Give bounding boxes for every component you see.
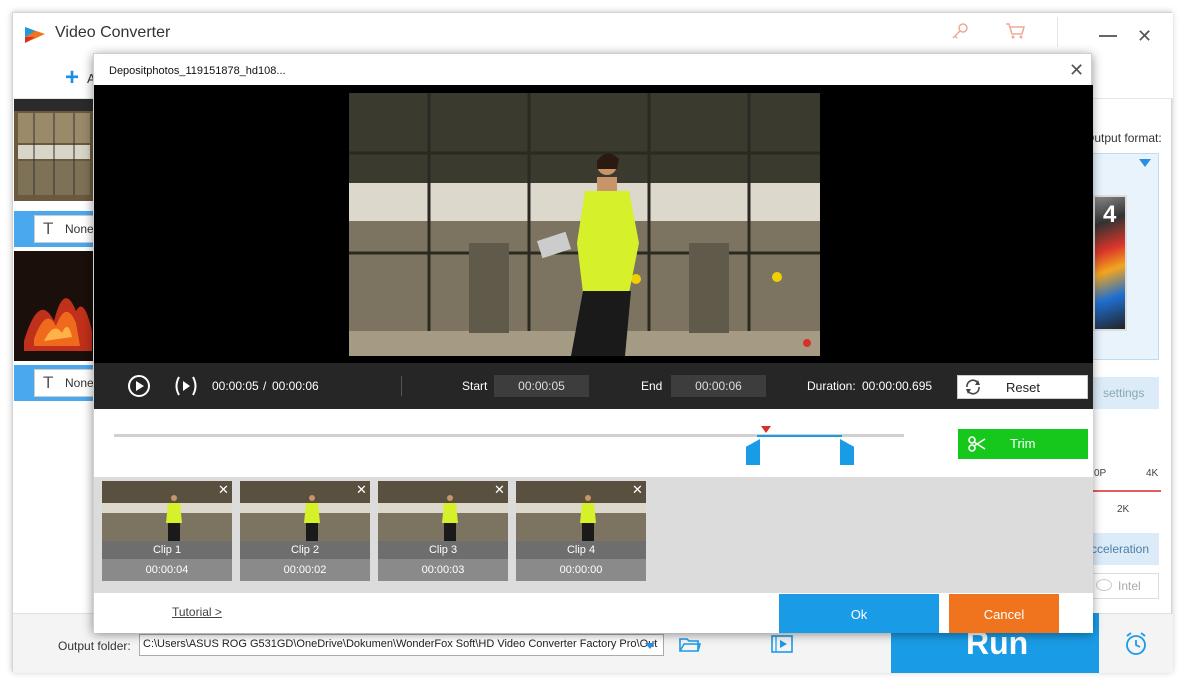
video-preview [94, 85, 1093, 363]
clip-thumbnail [240, 481, 370, 541]
chevron-down-icon[interactable] [645, 643, 655, 649]
open-folder-icon[interactable] [679, 637, 701, 653]
duration-label: Duration: [807, 379, 856, 393]
intel-logo-icon [1096, 579, 1112, 591]
clip-name: Clip 1 [102, 541, 232, 559]
quality-label-2k: 2K [1117, 504, 1130, 515]
quality-label-4k: 4K [1146, 468, 1159, 479]
file-row-2-subtitle: T None [14, 365, 96, 401]
trim-label: Trim [1010, 436, 1036, 451]
app-title: Video Converter [55, 24, 171, 41]
dialog-footer [94, 593, 1093, 633]
current-time: 00:00:05 [212, 379, 259, 393]
clip-name: Clip 3 [378, 541, 508, 559]
start-label: Start [462, 379, 488, 393]
remove-clip-icon[interactable]: ✕ [494, 482, 505, 498]
titlebar-divider [1057, 17, 1058, 47]
quality-label-low: 0P [1094, 468, 1107, 479]
clip-duration: 00:00:04 [102, 559, 232, 581]
minimize-icon[interactable] [1099, 35, 1117, 37]
app-close-icon[interactable]: ✕ [1137, 26, 1152, 47]
file-row-1-subtitle: T None [14, 211, 96, 247]
output-folder-field[interactable]: C:\Users\ASUS ROG G531GD\OneDrive\Dokume… [139, 634, 664, 656]
clip-item[interactable]: ✕ Clip 1 00:00:04 [102, 481, 232, 581]
subtitle-value-2: None [65, 376, 94, 390]
clip-duration: 00:00:02 [240, 559, 370, 581]
dialog-title: Depositphotos_119151878_hd108... [109, 65, 286, 77]
file-thumbnail-2[interactable] [14, 251, 94, 361]
video-frame-image [349, 93, 820, 356]
player-controls: 00:00:05 / 00:00:06 Start 00:00:05 End 0… [94, 363, 1093, 409]
settings-button[interactable]: settings [1089, 377, 1159, 409]
clip-thumbnail [102, 481, 232, 541]
subtitle-select-1[interactable]: T None [34, 215, 94, 243]
text-icon: T [43, 219, 54, 238]
trim-dialog: Depositphotos_119151878_hd108... ✕ 00:00… [93, 53, 1093, 633]
play-icon[interactable] [127, 374, 151, 398]
output-format-label: Output format: [1085, 131, 1162, 145]
start-time-input[interactable]: 00:00:05 [494, 375, 589, 397]
quality-slider[interactable] [1089, 490, 1161, 492]
intel-label: Intel [1118, 579, 1141, 593]
clip-thumbnail [378, 481, 508, 541]
trim-button[interactable]: Trim [958, 429, 1088, 459]
hardware-acceleration-button[interactable]: cceleration [1089, 533, 1159, 565]
scissors-icon [968, 436, 986, 452]
clip-item[interactable]: ✕ Clip 3 00:00:03 [378, 481, 508, 581]
text-icon: T [43, 373, 54, 392]
end-time-input[interactable]: 00:00:06 [671, 375, 766, 397]
tutorial-link[interactable]: Tutorial > [172, 605, 222, 619]
remove-clip-icon[interactable]: ✕ [356, 482, 367, 498]
subtitle-select-2[interactable]: T None [34, 369, 94, 397]
output-folder-label: Output folder: [58, 639, 131, 653]
reset-button[interactable]: Reset [957, 375, 1088, 399]
cart-icon[interactable] [1005, 22, 1025, 40]
alarm-clock-icon[interactable] [1123, 631, 1149, 657]
film-folder-icon[interactable] [771, 635, 793, 653]
selected-range [757, 435, 842, 437]
refresh-icon [966, 379, 980, 395]
time-separator: / [263, 379, 267, 393]
building-thumbnail-image [14, 99, 94, 201]
file-thumbnail-1[interactable] [14, 99, 94, 201]
subtitle-value-1: None [65, 222, 94, 236]
reset-label: Reset [1006, 380, 1040, 395]
ok-button[interactable]: Ok [779, 594, 939, 633]
clip-item[interactable]: ✕ Clip 2 00:00:02 [240, 481, 370, 581]
add-files-icon[interactable]: + [65, 64, 79, 92]
format-tile-image[interactable]: 4 [1093, 195, 1127, 331]
duration-value: 00:00:00.695 [862, 379, 933, 393]
clip-name: Clip 4 [516, 541, 646, 559]
clip-thumbnail [516, 481, 646, 541]
key-icon[interactable] [951, 22, 969, 40]
remove-clip-icon[interactable]: ✕ [218, 482, 229, 498]
end-label: End [641, 379, 663, 393]
chevron-down-icon[interactable] [1139, 159, 1151, 167]
cancel-button[interactable]: Cancel [949, 594, 1059, 633]
total-time: 00:00:06 [272, 379, 319, 393]
next-frame-icon[interactable] [173, 374, 199, 398]
playhead-marker[interactable] [761, 426, 771, 433]
app-logo-icon [25, 27, 45, 43]
clip-duration: 00:00:03 [378, 559, 508, 581]
controls-divider [401, 376, 402, 396]
fire-thumbnail-image [14, 251, 94, 361]
app-titlebar: Video Converter ✕ [13, 13, 1173, 57]
timeline-area [94, 409, 1093, 477]
intel-toggle[interactable]: Intel [1089, 573, 1159, 599]
clip-item[interactable]: ✕ Clip 4 00:00:00 [516, 481, 646, 581]
clip-duration: 00:00:00 [516, 559, 646, 581]
format-tile-text: 4 [1103, 201, 1117, 228]
remove-clip-icon[interactable]: ✕ [632, 482, 643, 498]
clip-name: Clip 2 [240, 541, 370, 559]
dialog-close-icon[interactable]: ✕ [1069, 60, 1084, 81]
